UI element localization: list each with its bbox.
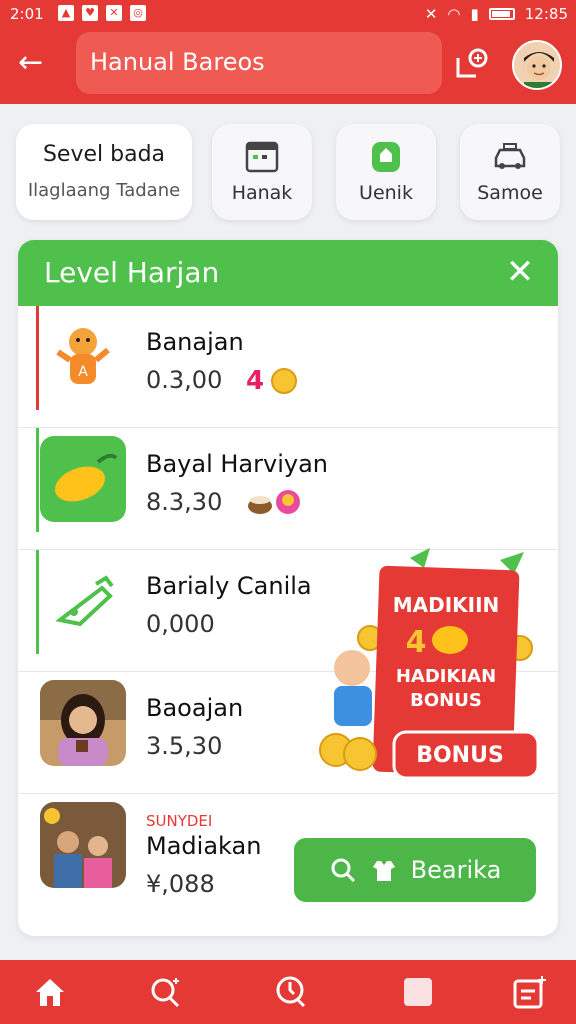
item-name: Madiakan [146, 832, 262, 860]
item-price: ¥,088 [146, 870, 215, 898]
promo-line-1: HADIKIAN [396, 666, 496, 687]
gallery-icon: ▲ [58, 5, 74, 21]
list-item[interactable]: Bayal Harviyan 8.3,30 [18, 428, 558, 550]
square-icon[interactable] [400, 974, 436, 1010]
promo-number: 4 [406, 625, 427, 660]
status-time-left: 2:01 [10, 5, 44, 23]
promo-bonus-button: BONUS [416, 743, 504, 768]
category-tile-hanak[interactable]: Hanak [212, 124, 312, 220]
item-badge-number: 4 [246, 366, 265, 396]
home-icon[interactable] [32, 974, 68, 1010]
shield-icon [372, 142, 400, 172]
row-accent [36, 306, 39, 410]
notes-icon[interactable] [512, 974, 548, 1010]
item-tag: SUNYDEI [146, 812, 213, 830]
history-icon[interactable] [272, 974, 308, 1010]
promo-title: MADIKIIN [393, 593, 500, 617]
share-icon[interactable] [454, 46, 490, 82]
search-icon [331, 858, 355, 883]
search-cta-button[interactable]: Bearika [294, 838, 536, 902]
status-right: ✕ ◠ ▮ 12:85 [425, 5, 568, 23]
taxi-icon [494, 143, 526, 169]
category-tile-uenik[interactable]: Uenik [336, 124, 436, 220]
row-accent [36, 550, 39, 654]
item-price: 8.3,30 [146, 488, 223, 516]
character-icon: A [56, 328, 110, 384]
item-name: Barialy Canila [146, 572, 312, 600]
item-name: Banajan [146, 328, 244, 356]
svg-text:A: A [78, 364, 88, 380]
search-icon[interactable] [148, 974, 184, 1010]
category-tile-samoe[interactable]: Samoe [460, 124, 560, 220]
item-price: 3.5,30 [146, 732, 223, 760]
wifi-icon: ◠ [447, 5, 461, 23]
category-label: Hanak [231, 182, 293, 204]
mango-icon [432, 626, 468, 654]
signal-icon: ▮ [470, 5, 479, 23]
category-label: Samoe [477, 182, 543, 204]
list-item[interactable]: A Banajan 0.3,00 4 [18, 306, 558, 428]
notification-icons: ▲ ♥ ✕ ◎ [58, 5, 146, 21]
mascot-body [334, 686, 372, 726]
category-tile-main[interactable]: Sevel bada Ilaglaang Tadane [16, 124, 192, 220]
target-icon: ◎ [130, 5, 146, 21]
panel-header: Level Harjan [18, 240, 558, 306]
search-input-text: Hanual Bareos [90, 48, 265, 76]
item-name: Bayal Harviyan [146, 450, 328, 478]
back-arrow-icon[interactable]: ← [18, 46, 52, 80]
status-time-right: 12:85 [524, 5, 568, 23]
item-price: 0,000 [146, 610, 215, 638]
category-label: Uenik [359, 182, 413, 204]
family-photo [40, 802, 126, 888]
bottom-nav [0, 960, 576, 1024]
close-icon[interactable]: ✕ [502, 254, 538, 290]
app-header: 2:01 ▲ ♥ ✕ ◎ ✕ ◠ ▮ 12:85 ← Hanual Bareos [0, 0, 576, 104]
cta-label: Bearika [410, 856, 502, 884]
search-input[interactable]: Hanual Bareos [76, 32, 442, 94]
mango-icon [40, 436, 126, 522]
item-price: 0.3,00 [146, 366, 223, 394]
food-icons [248, 490, 300, 514]
calendar-icon [245, 141, 279, 173]
close-square-icon: ✕ [106, 5, 122, 21]
promo-line-2: BONUS [410, 690, 482, 711]
heart-icon: ♥ [82, 5, 98, 21]
coin-icon [271, 368, 298, 394]
item-extras: 4 [246, 366, 298, 396]
promo-bonus-card[interactable]: MADIKIIN 4 HADIKIAN BONUS BONUS [300, 548, 546, 788]
mascot-head [334, 650, 370, 686]
shirt-icon [372, 861, 395, 881]
mute-icon: ✕ [424, 5, 438, 23]
ticket-icon [55, 575, 114, 627]
row-accent [36, 428, 39, 532]
category-title: Sevel bada [42, 142, 166, 167]
avatar[interactable] [512, 40, 562, 90]
item-extras [246, 488, 302, 516]
woman-photo [40, 680, 126, 766]
item-name: Baoajan [146, 694, 244, 722]
status-bar: 2:01 ▲ ♥ ✕ ◎ ✕ ◠ ▮ 12:85 [0, 4, 576, 26]
panel-title: Level Harjan [44, 256, 220, 289]
battery-icon [488, 8, 515, 20]
category-subtitle: Ilaglaang Tadane [27, 180, 181, 201]
